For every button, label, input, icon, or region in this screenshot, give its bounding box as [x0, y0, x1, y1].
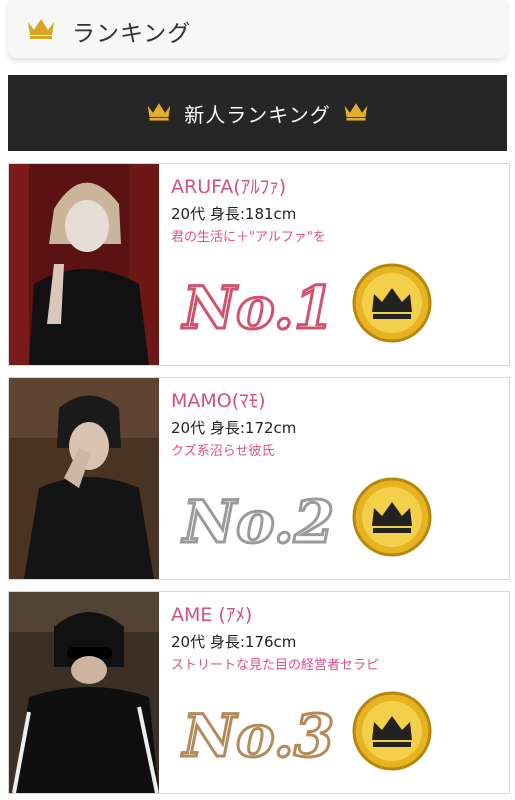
- crown-icon: [26, 16, 56, 44]
- ranking-card[interactable]: MAMO(ﾏﾓ) 20代 身長:172cm クズ系沼らせ彼氏 No.2: [8, 377, 510, 580]
- section-banner: 新人ランキング: [8, 75, 507, 151]
- rank-label: No.1: [181, 274, 334, 342]
- section-title: 新人ランキング: [184, 102, 331, 127]
- cast-catchphrase: クズ系沼らせ彼氏: [171, 444, 275, 459]
- cast-spec: 20代 身長:181cm: [171, 205, 297, 223]
- page-header: ランキング: [8, 0, 507, 58]
- cast-catchphrase: 君の生活に＋"アルファ"を: [171, 230, 326, 245]
- cast-name[interactable]: ARUFA(ｱﾙﾌｧ): [171, 172, 286, 199]
- rank-label: No.2: [181, 488, 334, 556]
- cast-catchphrase: ストリートな見た目の経営者セラピ: [171, 658, 380, 673]
- gold-crown-medal-icon: [352, 691, 432, 771]
- rank-no3-badge: No.3: [179, 684, 439, 784]
- ranking-card[interactable]: ARUFA(ｱﾙﾌｧ) 20代 身長:181cm 君の生活に＋"アルファ"を N…: [8, 163, 510, 366]
- cast-name[interactable]: AME (ｱﾒ): [171, 600, 252, 627]
- cast-photo[interactable]: [9, 378, 159, 579]
- ranking-card[interactable]: AME (ｱﾒ) 20代 身長:176cm ストリートな見た目の経営者セラピ N…: [8, 591, 510, 794]
- cast-photo[interactable]: [9, 592, 159, 793]
- cast-spec: 20代 身長:172cm: [171, 419, 297, 437]
- cast-spec: 20代 身長:176cm: [171, 633, 297, 651]
- rank-no1-badge: No.1: [179, 256, 439, 356]
- crown-icon: [146, 100, 172, 126]
- rank-label: No.3: [181, 702, 334, 770]
- rank-no2-badge: No.2: [179, 470, 439, 570]
- gold-crown-medal-icon: [352, 263, 432, 343]
- gold-crown-medal-icon: [352, 477, 432, 557]
- cast-name[interactable]: MAMO(ﾏﾓ): [171, 386, 266, 413]
- crown-icon: [343, 100, 369, 126]
- page-title: ランキング: [72, 21, 192, 47]
- cast-photo[interactable]: [9, 164, 159, 365]
